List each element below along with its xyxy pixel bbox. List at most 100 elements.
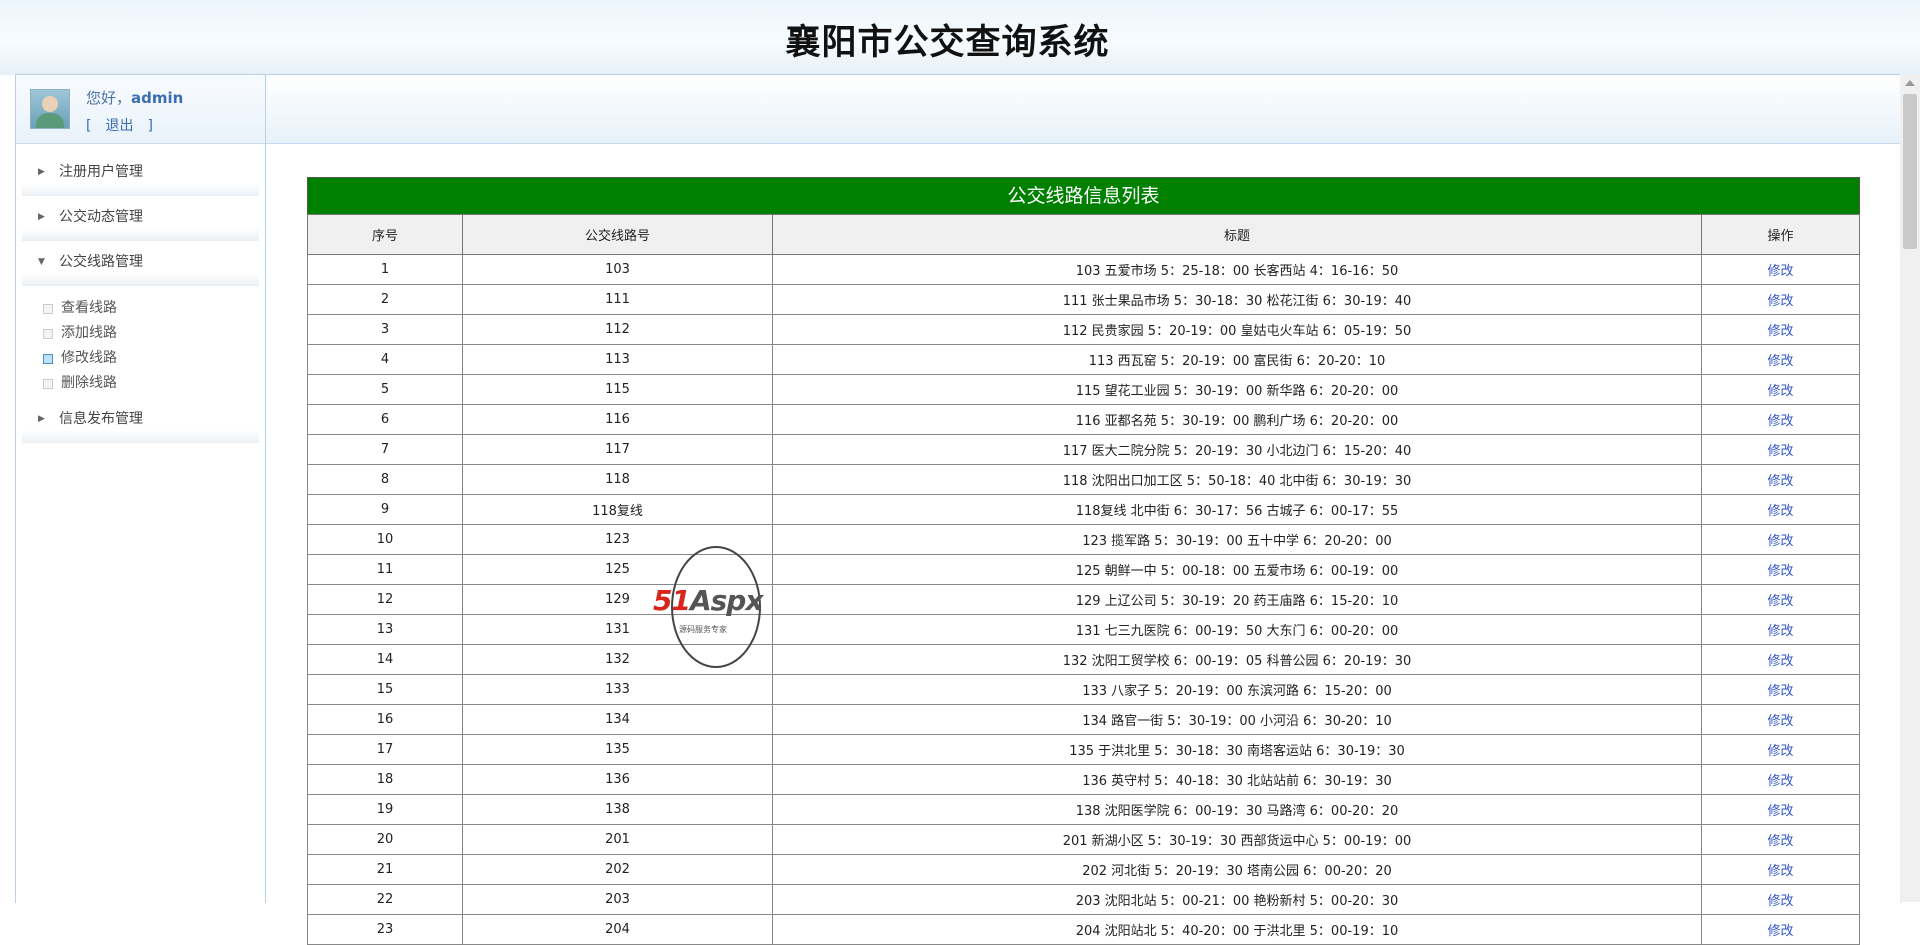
cell-line: 136 xyxy=(462,764,773,795)
table-row: 13 131 131 七三九医院 6：00-19：50 大东门 6：00-20：00… xyxy=(307,614,1860,645)
sidebar-menu-4[interactable]: ▶ 信息发布管理 xyxy=(22,402,259,443)
content-header xyxy=(266,75,1900,144)
greeting-label: 您好， xyxy=(86,89,132,107)
cell-title: 132 沈阳工贸学校 6：00-19：05 科普公园 6：20-19：30 xyxy=(772,644,1702,675)
table-row: 5 115 115 望花工业园 5：30-19：00 新华路 6：20-20：00 修… xyxy=(307,374,1860,405)
cell-title: 138 沈阳医学院 6：00-19：30 马路湾 6：00-20：20 xyxy=(772,794,1702,825)
user-panel: 您好，admin [ 退出 ] xyxy=(16,75,265,144)
cell-line: 204 xyxy=(462,914,773,945)
edit-link[interactable]: 修改 xyxy=(1701,524,1860,555)
bullet-square-icon xyxy=(43,304,53,314)
cell-title: 118 沈阳出口加工区 5：50-18：40 北中街 6：30-19：30 xyxy=(772,464,1702,495)
edit-link[interactable]: 修改 xyxy=(1701,584,1860,615)
table-row: 21 202 202 河北街 5：20-19：30 塔南公园 6：00-20：20 修… xyxy=(307,854,1860,885)
logout-link[interactable]: [ 退出 ] xyxy=(86,115,153,135)
edit-link[interactable]: 修改 xyxy=(1701,914,1860,945)
col-header-action: 操作 xyxy=(1701,214,1860,255)
triangle-right-icon: ▶ xyxy=(38,167,45,177)
table-row: 22 203 203 沈阳北站 5：00-21：00 艳粉新村 5：00-20：30… xyxy=(307,884,1860,915)
cell-line: 113 xyxy=(462,344,773,375)
edit-link[interactable]: 修改 xyxy=(1701,884,1860,915)
cell-no: 9 xyxy=(307,494,463,525)
cell-title: 118复线 北中街 6：30-17：56 古城子 6：00-17：55 xyxy=(772,494,1702,525)
watermark-tagline: 源码服务专家 xyxy=(679,625,727,634)
cell-no: 8 xyxy=(307,464,463,495)
cell-title: 103 五爱市场 5：25-18：00 长客西站 4：16-16：50 xyxy=(772,254,1702,285)
edit-link[interactable]: 修改 xyxy=(1701,374,1860,405)
cell-title: 113 西瓦窑 5：20-19：00 富民街 6：20-20：10 xyxy=(772,344,1702,375)
cell-line: 103 xyxy=(462,254,773,285)
cell-title: 117 医大二院分院 5：20-19：30 小北边门 6：15-20：40 xyxy=(772,434,1702,465)
edit-link[interactable]: 修改 xyxy=(1701,494,1860,525)
edit-link[interactable]: 修改 xyxy=(1701,344,1860,375)
cell-no: 23 xyxy=(307,914,463,945)
page-scrollbar[interactable] xyxy=(1900,74,1920,902)
col-header-title: 标题 xyxy=(772,214,1702,255)
cell-title: 111 张士果品市场 5：30-18：30 松花江街 6：30-19：40 xyxy=(772,284,1702,315)
cell-title: 201 新湖小区 5：30-19：30 西部货运中心 5：00-19：00 xyxy=(772,824,1702,855)
sidebar-menu-2[interactable]: ▶ 公交动态管理 xyxy=(22,200,259,241)
table-row: 23 204 204 沈阳站北 5：40-20：00 于洪北里 5：00-19：10… xyxy=(307,914,1860,945)
sidebar-subitem-1[interactable]: 查看线路 xyxy=(16,296,265,321)
edit-link[interactable]: 修改 xyxy=(1701,794,1860,825)
edit-link[interactable]: 修改 xyxy=(1701,674,1860,705)
edit-link[interactable]: 修改 xyxy=(1701,734,1860,765)
edit-link[interactable]: 修改 xyxy=(1701,464,1860,495)
sidebar-menu-1[interactable]: ▶ 注册用户管理 xyxy=(22,155,259,196)
edit-link[interactable]: 修改 xyxy=(1701,314,1860,345)
cell-no: 10 xyxy=(307,524,463,555)
cell-line: 138 xyxy=(462,794,773,825)
sidebar-menu-3[interactable]: ▼ 公交线路管理 xyxy=(22,245,259,286)
table-row: 20 201 201 新湖小区 5：30-19：30 西部货运中心 5：00-19：… xyxy=(307,824,1860,855)
table-row: 7 117 117 医大二院分院 5：20-19：30 小北边门 6：15-20：4… xyxy=(307,434,1860,465)
table-row: 15 133 133 八家子 5：20-19：00 东滨河路 6：15-20：00 修… xyxy=(307,674,1860,705)
edit-link[interactable]: 修改 xyxy=(1701,254,1860,285)
cell-no: 3 xyxy=(307,314,463,345)
cell-line: 112 xyxy=(462,314,773,345)
cell-title: 112 民贵家园 5：20-19：00 皇姑屯火车站 6：05-19：50 xyxy=(772,314,1702,345)
cell-no: 14 xyxy=(307,644,463,675)
table-row: 2 111 111 张士果品市场 5：30-18：30 松花江街 6：30-19：4… xyxy=(307,284,1860,315)
edit-link[interactable]: 修改 xyxy=(1701,644,1860,675)
edit-link[interactable]: 修改 xyxy=(1701,854,1860,885)
edit-link[interactable]: 修改 xyxy=(1701,404,1860,435)
watermark-brand-b: Aspx xyxy=(689,584,763,617)
edit-link[interactable]: 修改 xyxy=(1701,554,1860,585)
sidebar-subitem-label: 删除线路 xyxy=(61,375,117,391)
bus-line-table: 公交线路信息列表 序号 公交线路号 标题 操作 1 103 103 五爱市场 5：2… xyxy=(307,177,1860,945)
table-row: 1 103 103 五爱市场 5：25-18：00 长客西站 4：16-16：50 修… xyxy=(307,254,1860,285)
table-row: 3 112 112 民贵家园 5：20-19：00 皇姑屯火车站 6：05-19：5… xyxy=(307,314,1860,345)
sidebar-submenu: 查看线路 添加线路 修改线路删除线路 xyxy=(16,290,265,402)
cell-title: 115 望花工业园 5：30-19：00 新华路 6：20-20：00 xyxy=(772,374,1702,405)
cell-title: 123 揽军路 5：30-19：00 五十中学 6：20-20：00 xyxy=(772,524,1702,555)
edit-link[interactable]: 修改 xyxy=(1701,284,1860,315)
cell-no: 6 xyxy=(307,404,463,435)
cell-title: 116 亚都名苑 5：30-19：00 鹏利广场 6：20-20：00 xyxy=(772,404,1702,435)
edit-link[interactable]: 修改 xyxy=(1701,434,1860,465)
sidebar: 您好，admin [ 退出 ] ▶ 注册用户管理 ▶ 公交动态管理 ▼ 公交线路管理 查看线… xyxy=(16,75,266,903)
edit-link[interactable]: 修改 xyxy=(1701,704,1860,735)
cell-no: 22 xyxy=(307,884,463,915)
cell-title: 125 朝鲜一中 5：00-18：00 五爱市场 6：00-19：00 xyxy=(772,554,1702,585)
table-row: 8 118 118 沈阳出口加工区 5：50-18：40 北中街 6：30-19：3… xyxy=(307,464,1860,495)
cell-title: 129 上辽公司 5：30-19：20 药王庙路 6：15-20：10 xyxy=(772,584,1702,615)
greeting-text: 您好，admin xyxy=(86,87,183,108)
table-row: 11 125 125 朝鲜一中 5：00-18：00 五爱市场 6：00-19：00… xyxy=(307,554,1860,585)
edit-link[interactable]: 修改 xyxy=(1701,764,1860,795)
triangle-right-icon: ▶ xyxy=(38,212,45,222)
scroll-thumb[interactable] xyxy=(1903,94,1917,249)
cell-no: 18 xyxy=(307,764,463,795)
cell-no: 20 xyxy=(307,824,463,855)
sidebar-subitem-3[interactable]: 修改线路 xyxy=(16,346,265,371)
table-row: 19 138 138 沈阳医学院 6：00-19：30 马路湾 6：00-20：20… xyxy=(307,794,1860,825)
sidebar-subitem-2[interactable]: 添加线路 xyxy=(16,321,265,346)
avatar xyxy=(30,89,70,129)
cell-line: 202 xyxy=(462,854,773,885)
scroll-up-arrow-icon[interactable] xyxy=(1905,80,1915,86)
edit-link[interactable]: 修改 xyxy=(1701,614,1860,645)
sidebar-subitem-4[interactable]: 删除线路 xyxy=(16,371,265,396)
cell-title: 204 沈阳站北 5：40-20：00 于洪北里 5：00-19：10 xyxy=(772,914,1702,945)
cell-line: 134 xyxy=(462,704,773,735)
edit-link[interactable]: 修改 xyxy=(1701,824,1860,855)
cell-no: 19 xyxy=(307,794,463,825)
